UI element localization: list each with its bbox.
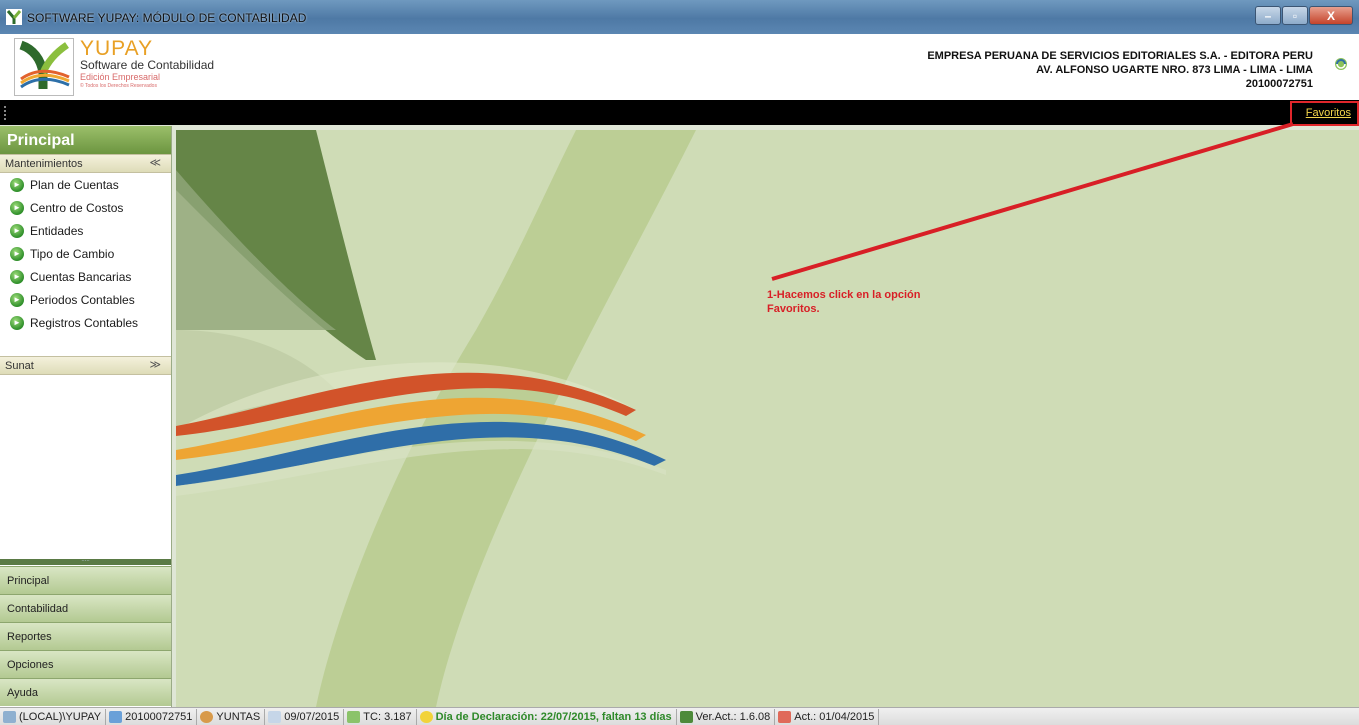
arrow-right-icon: ► <box>10 177 24 192</box>
yupay-background-art <box>176 130 1359 707</box>
sidebar-item-tipo-de-cambio[interactable]: ► Tipo de Cambio <box>0 242 171 265</box>
tutorial-annotation: 1-Hacemos click en la opción Favoritos. <box>767 288 920 316</box>
calendar-icon <box>778 710 792 723</box>
maximize-button[interactable]: ▫ <box>1282 6 1308 25</box>
user-icon <box>200 710 214 723</box>
favoritos-highlight-box <box>1290 101 1359 126</box>
expand-chevron-icon[interactable]: ≫ <box>149 358 161 371</box>
status-ruc: 20100072751 <box>106 708 198 725</box>
status-server: (LOCAL)\YUPAY <box>0 708 107 725</box>
collapse-chevron-icon[interactable]: ≪ <box>149 156 161 169</box>
annotation-line-2: Favoritos. <box>767 303 820 315</box>
arrow-right-icon: ► <box>10 269 24 284</box>
status-bar: (LOCAL)\YUPAY 20100072751 YUNTAS 09/07/2… <box>0 707 1359 725</box>
nav-principal[interactable]: Principal <box>0 566 171 594</box>
brand-subtitle: Software de Contabilidad <box>80 58 215 72</box>
status-date: 09/07/2015 <box>265 708 345 725</box>
sidebar-item-periodos-contables[interactable]: ► Periodos Contables <box>0 288 171 311</box>
sidebar-item-label: Tipo de Cambio <box>30 246 115 261</box>
arrow-right-icon: ► <box>10 223 24 238</box>
sidebar-item-centro-de-costos[interactable]: ► Centro de Costos <box>0 196 171 219</box>
yupay-app-icon <box>6 9 22 25</box>
sidebar-item-label: Plan de Cuentas <box>30 177 119 192</box>
nav-reportes[interactable]: Reportes <box>0 622 171 650</box>
window-title: SOFTWARE YUPAY: MÓDULO DE CONTABILIDAD <box>27 11 307 25</box>
status-version: Ver.Act.: 1.6.08 <box>677 708 776 725</box>
company-ruc: 20100072751 <box>1245 78 1313 90</box>
annotation-line-1: 1-Hacemos click en la opción <box>767 289 921 301</box>
company-address: AV. ALFONSO UGARTE NRO. 873 LIMA - LIMA … <box>1036 64 1313 76</box>
nav-contabilidad[interactable]: Contabilidad <box>0 594 171 622</box>
toolbar-grip[interactable] <box>4 106 6 120</box>
brand-name: YUPAY <box>80 37 154 60</box>
sidebar-item-entidades[interactable]: ► Entidades <box>0 219 171 242</box>
minimize-button[interactable]: – <box>1255 6 1281 25</box>
status-act: Act.: 01/04/2015 <box>775 708 880 725</box>
sidebar-item-label: Centro de Costos <box>30 200 124 215</box>
sidebar-nav: Principal Contabilidad Reportes Opciones… <box>0 566 171 706</box>
refresh-icon[interactable] <box>1333 56 1349 72</box>
arrow-right-icon: ► <box>10 292 24 307</box>
app-header: YUPAY Software de Contabilidad Edición E… <box>0 34 1359 100</box>
sidebar-item-label: Periodos Contables <box>30 292 135 307</box>
money-icon <box>347 710 361 723</box>
sidebar-item-plan-de-cuentas[interactable]: ► Plan de Cuentas <box>0 173 171 196</box>
close-button[interactable]: X <box>1309 6 1353 25</box>
nav-opciones[interactable]: Opciones <box>0 650 171 678</box>
calendar-icon <box>268 710 282 723</box>
main-workspace <box>176 130 1359 707</box>
window-title-bar[interactable]: SOFTWARE YUPAY: MÓDULO DE CONTABILIDAD –… <box>0 0 1359 34</box>
section-sunat[interactable]: Sunat ≫ <box>0 356 171 375</box>
sidebar-splitter[interactable]: ..... <box>0 557 171 565</box>
status-tc: TC: 3.187 <box>344 708 417 725</box>
arrow-right-icon: ► <box>10 315 24 330</box>
arrow-right-icon: ► <box>10 246 24 261</box>
section-label: Sunat <box>5 360 34 372</box>
nav-ayuda[interactable]: Ayuda <box>0 678 171 706</box>
document-icon <box>109 710 123 723</box>
arrow-right-icon: ► <box>10 200 24 215</box>
yupay-icon <box>679 710 693 723</box>
sidebar-item-label: Registros Contables <box>30 315 139 330</box>
section-label: Mantenimientos <box>5 158 83 170</box>
company-name: EMPRESA PERUANA DE SERVICIOS EDITORIALES… <box>927 50 1313 62</box>
server-icon <box>3 710 16 723</box>
brand-edition: Edición Empresarial <box>80 72 161 82</box>
brand-rights: © Todos los Derechos Reservados <box>80 83 157 89</box>
sidebar-title: Principal <box>0 126 171 154</box>
section-mantenimientos[interactable]: Mantenimientos ≪ <box>0 154 171 173</box>
sidebar-item-cuentas-bancarias[interactable]: ► Cuentas Bancarias <box>0 265 171 288</box>
lightbulb-icon <box>419 710 433 723</box>
menu-bar: Favoritos <box>0 100 1359 125</box>
brand-block: YUPAY Software de Contabilidad Edición E… <box>80 37 215 89</box>
status-declaracion: Día de Declaración: 22/07/2015, faltan 1… <box>417 708 677 725</box>
status-user: YUNTAS <box>197 708 266 725</box>
company-info: EMPRESA PERUANA DE SERVICIOS EDITORIALES… <box>927 49 1313 91</box>
sidebar: Principal Mantenimientos ≪ ► Plan de Cuen… <box>0 126 172 707</box>
yupay-logo <box>14 38 74 96</box>
sidebar-item-label: Cuentas Bancarias <box>30 269 132 284</box>
sidebar-item-registros-contables[interactable]: ► Registros Contables <box>0 311 171 334</box>
sidebar-item-label: Entidades <box>30 223 84 238</box>
